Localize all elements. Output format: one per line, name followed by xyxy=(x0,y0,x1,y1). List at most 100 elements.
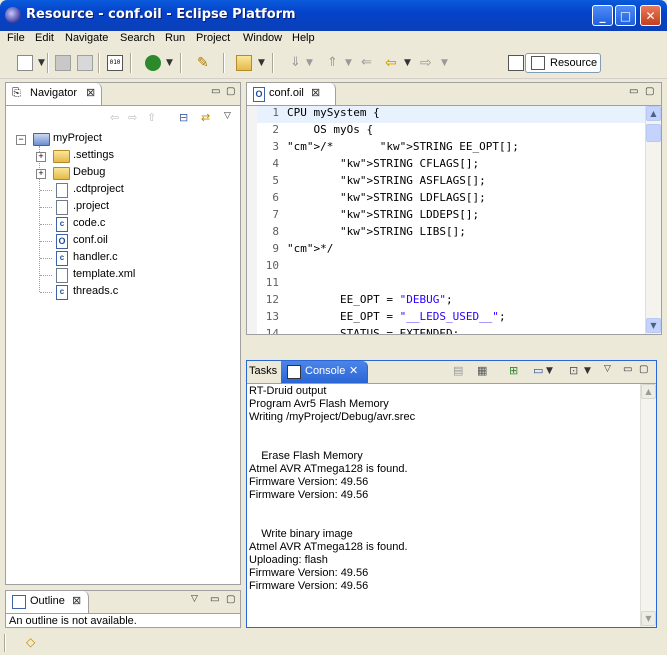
chevron-down-icon[interactable]: ▼ xyxy=(584,366,591,376)
menu-search[interactable]: Search xyxy=(120,32,155,44)
chevron-down-icon[interactable]: ▼ xyxy=(546,366,553,376)
binary-icon[interactable]: 010 xyxy=(107,55,123,71)
eclipse-icon xyxy=(5,7,21,23)
code-line[interactable]: 3 "cm">/* "kw">STRING EE_OPT[]; xyxy=(257,140,645,157)
tab-navigator[interactable]: ⎘ Navigator ⊠ xyxy=(6,83,102,105)
maximize-view-icon[interactable]: ▢ xyxy=(226,594,235,605)
code-text: "kw">STRING ASFLAGS[]; xyxy=(339,174,486,187)
view-menu-icon[interactable]: ▽ xyxy=(224,111,231,121)
code-line[interactable]: 4 "kw">STRING CFLAGS[]; xyxy=(257,157,645,174)
menu-window[interactable]: Window xyxy=(243,32,282,44)
last-edit-icon[interactable]: ⇐ xyxy=(361,55,377,71)
resource-perspective-icon xyxy=(531,56,545,70)
title-bar[interactable]: Resource - conf.oil - Eclipse Platform _… xyxy=(0,0,667,31)
maximize-view-icon[interactable]: ▢ xyxy=(639,364,648,375)
scroll-down-icon[interactable]: ▼ xyxy=(641,611,656,626)
display-console-icon[interactable]: ▭ xyxy=(533,364,543,377)
save-icon[interactable] xyxy=(55,55,71,71)
close-button[interactable]: ✕ xyxy=(640,5,661,26)
chevron-down-icon[interactable]: ▼ xyxy=(345,58,352,68)
view-menu-icon[interactable]: ▽ xyxy=(191,594,198,604)
new-icon[interactable] xyxy=(17,55,33,71)
tab-tasks[interactable]: Tasks xyxy=(249,365,277,377)
code-line[interactable]: 6 "kw">STRING LDFLAGS[]; xyxy=(257,191,645,208)
line-number: 8 xyxy=(272,225,279,238)
scroll-up-icon[interactable]: ▲ xyxy=(646,106,661,121)
scroll-thumb[interactable] xyxy=(646,124,661,142)
expand-icon[interactable]: + xyxy=(36,152,46,162)
menu-navigate[interactable]: Navigate xyxy=(65,32,108,44)
clear-console-icon[interactable]: ▤ xyxy=(453,364,463,377)
chevron-down-icon[interactable]: ▼ xyxy=(166,58,173,68)
chevron-down-icon[interactable]: ▼ xyxy=(306,58,313,68)
print-icon[interactable] xyxy=(77,55,93,71)
maximize-button[interactable]: □ xyxy=(615,5,636,26)
expand-icon[interactable]: + xyxy=(36,169,46,179)
collapse-all-icon[interactable]: ⊟ xyxy=(179,111,188,124)
prev-annotation-icon[interactable]: ⇑ xyxy=(327,55,343,71)
minimize-view-icon[interactable]: ▭ xyxy=(623,364,632,375)
chevron-down-icon[interactable]: ▼ xyxy=(441,58,448,68)
up-icon[interactable]: ⇧ xyxy=(147,111,156,124)
line-number: 4 xyxy=(272,157,279,170)
code-line[interactable]: 2 OS myOs { xyxy=(257,123,645,140)
code-line[interactable]: 7 "kw">STRING LDDEPS[]; xyxy=(257,208,645,225)
maximize-view-icon[interactable]: ▢ xyxy=(645,86,654,97)
menu-help[interactable]: Help xyxy=(292,32,315,44)
open-perspective-icon[interactable] xyxy=(508,55,524,71)
chevron-down-icon[interactable]: ▼ xyxy=(38,58,45,68)
forward-arrow-icon[interactable]: ⇨ xyxy=(128,111,137,124)
build-icon[interactable]: ✎ xyxy=(197,55,213,71)
close-icon[interactable]: ⊠ xyxy=(311,86,320,99)
code-line[interactable]: 9 "cm">*/ xyxy=(257,242,645,259)
run-icon[interactable] xyxy=(145,55,161,71)
code-line[interactable]: 12 EE_OPT = "DEBUG"; xyxy=(257,293,645,310)
minimize-view-icon[interactable]: ▭ xyxy=(629,86,638,97)
console-scrollbar[interactable]: ▲ ▼ xyxy=(640,384,656,627)
code-line[interactable]: 11 xyxy=(257,276,645,293)
back-icon[interactable]: ⇦ xyxy=(385,55,401,71)
status-bar: ◇ xyxy=(0,632,667,655)
code-line[interactable]: 13 EE_OPT = "__LEDS_USED__"; xyxy=(257,310,645,327)
menu-run[interactable]: Run xyxy=(165,32,185,44)
next-annotation-icon[interactable]: ⇓ xyxy=(290,55,306,71)
code-line[interactable]: 5 "kw">STRING ASFLAGS[]; xyxy=(257,174,645,191)
minimize-button[interactable]: _ xyxy=(592,5,613,26)
scroll-up-icon[interactable]: ▲ xyxy=(641,384,656,399)
close-icon[interactable]: ⊠ xyxy=(72,594,81,607)
pin-console-icon[interactable]: ⊞ xyxy=(509,364,518,377)
maximize-view-icon[interactable]: ▢ xyxy=(226,86,235,97)
link-editor-icon[interactable]: ⇄ xyxy=(201,111,210,124)
scroll-lock-icon[interactable]: ▦ xyxy=(477,364,487,377)
code-line[interactable]: 8 "kw">STRING LIBS[]; xyxy=(257,225,645,242)
code-line[interactable]: 10 xyxy=(257,259,645,276)
minimize-view-icon[interactable]: ▭ xyxy=(211,86,220,97)
chevron-down-icon[interactable]: ▼ xyxy=(258,58,265,68)
scroll-down-icon[interactable]: ▼ xyxy=(646,318,661,333)
chevron-down-icon[interactable]: ▼ xyxy=(404,58,411,68)
close-icon[interactable]: ⊠ xyxy=(86,86,95,99)
fast-view-icon[interactable]: ◇ xyxy=(26,635,35,649)
menu-bar: File Edit Navigate Search Run Project Wi… xyxy=(0,31,667,48)
perspective-button[interactable]: Resource xyxy=(525,53,601,73)
collapse-icon[interactable]: − xyxy=(16,135,26,145)
tab-conf-oil[interactable]: O conf.oil ⊠ xyxy=(247,83,336,105)
minimize-view-icon[interactable]: ▭ xyxy=(210,594,219,605)
code-line[interactable]: 1 CPU mySystem { xyxy=(257,106,645,123)
close-icon[interactable]: ✕ xyxy=(349,364,358,377)
tab-console[interactable]: Console ✕ xyxy=(281,361,368,383)
menu-edit[interactable]: Edit xyxy=(35,32,54,44)
open-console-icon[interactable]: ⊡ xyxy=(569,364,578,377)
back-arrow-icon[interactable]: ⇦ xyxy=(110,111,119,124)
outline-icon xyxy=(12,595,26,609)
menu-file[interactable]: File xyxy=(7,32,25,44)
code-area[interactable]: 1 CPU mySystem {2 OS myOs {3 "cm">/* "kw">… xyxy=(257,106,645,334)
forward-icon[interactable]: ⇨ xyxy=(420,55,436,71)
editor-scrollbar[interactable]: ▲ ▼ xyxy=(645,106,661,334)
view-menu-icon[interactable]: ▽ xyxy=(604,364,611,374)
console-output[interactable]: RT-Druid output Program Avr5 Flash Memor… xyxy=(247,384,640,626)
open-folder-icon[interactable] xyxy=(236,55,252,71)
tab-outline[interactable]: Outline ⊠ xyxy=(6,591,89,613)
code-line[interactable]: 14 STATUS = EXTENDED; xyxy=(257,327,645,334)
menu-project[interactable]: Project xyxy=(196,32,230,44)
